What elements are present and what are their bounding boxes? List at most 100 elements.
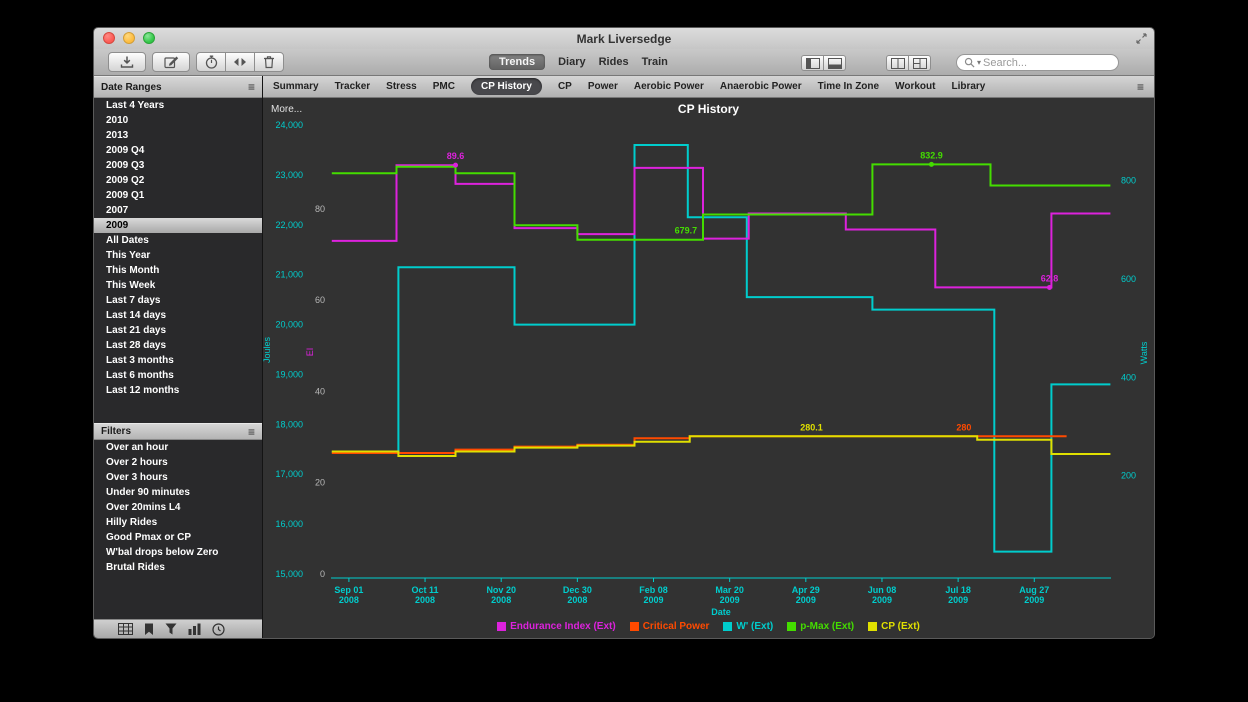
date-ranges-menu-icon[interactable]: ≡ — [248, 81, 255, 93]
date-range-item-2009-q3[interactable]: 2009 Q3 — [94, 158, 262, 173]
x-tick-label: Nov 20 — [486, 585, 516, 595]
toggle-sidebar-button[interactable] — [801, 55, 824, 71]
legend-swatch — [868, 622, 877, 631]
compose-icon — [164, 55, 179, 69]
date-range-item-last-28-days[interactable]: Last 28 days — [94, 338, 262, 353]
date-range-item-last-7-days[interactable]: Last 7 days — [94, 293, 262, 308]
date-range-item-2009-q2[interactable]: 2009 Q2 — [94, 173, 262, 188]
joules-tick-label: 22,000 — [275, 220, 303, 230]
legend-item-p-max-ext: p-Max (Ext) — [787, 621, 854, 632]
filter-item-over-an-hour[interactable]: Over an hour — [94, 440, 262, 455]
date-range-item-last-14-days[interactable]: Last 14 days — [94, 308, 262, 323]
fullscreen-icon[interactable] — [1136, 33, 1147, 44]
legend-label: Endurance Index (Ext) — [510, 621, 616, 632]
date-ranges-title: Date Ranges — [101, 82, 248, 93]
toolbar: Trends Diary Rides Train ▾ — [94, 49, 1154, 76]
annotation-label: 832.9 — [920, 150, 943, 160]
tab-cp-history[interactable]: CP History — [471, 78, 542, 95]
close-button[interactable] — [103, 32, 115, 44]
filter-funnel-icon[interactable] — [165, 623, 177, 635]
tab-cp[interactable]: CP — [558, 81, 572, 92]
download-button[interactable] — [108, 52, 146, 72]
x-tick-label: Sep 01 — [334, 585, 363, 595]
filter-item-under-90-minutes[interactable]: Under 90 minutes — [94, 485, 262, 500]
date-range-item-this-month[interactable]: This Month — [94, 263, 262, 278]
date-range-item-last-4-years[interactable]: Last 4 Years — [94, 98, 262, 113]
x-tick-year: 2009 — [872, 595, 892, 605]
main-tabbar: Summary Tracker Stress PMC CP History CP Power… — [263, 76, 1154, 98]
date-range-item-2009[interactable]: 2009 — [94, 218, 262, 233]
filter-item-over-20mins-l4[interactable]: Over 20mins L4 — [94, 500, 262, 515]
x-tick-year: 2009 — [720, 595, 740, 605]
filters-menu-icon[interactable]: ≡ — [248, 426, 255, 438]
window-controls — [103, 32, 155, 44]
search-scope-caret-icon[interactable]: ▾ — [977, 59, 981, 67]
tab-tracker[interactable]: Tracker — [335, 81, 371, 92]
date-range-item-last-6-months[interactable]: Last 6 months — [94, 368, 262, 383]
ei-tick-label: 60 — [315, 295, 325, 305]
date-range-item-last-12-months[interactable]: Last 12 months — [94, 383, 262, 398]
joules-tick-label: 16,000 — [275, 519, 303, 529]
joules-tick-label: 21,000 — [275, 270, 303, 280]
x-tick-label: Mar 20 — [715, 585, 744, 595]
date-range-item-last-3-months[interactable]: Last 3 months — [94, 353, 262, 368]
search-field[interactable]: ▾ — [956, 54, 1119, 71]
search-input[interactable] — [983, 57, 1111, 69]
x-tick-year: 2008 — [491, 595, 511, 605]
tab-pmc[interactable]: PMC — [433, 81, 455, 92]
legend-item-cp-ext: CP (Ext) — [868, 621, 920, 632]
tab-anaerobic-power[interactable]: Anaerobic Power — [720, 81, 802, 92]
tab-library[interactable]: Library — [951, 81, 985, 92]
compose-button[interactable] — [152, 52, 190, 72]
filters-title: Filters — [101, 426, 248, 437]
date-range-item-2007[interactable]: 2007 — [94, 203, 262, 218]
bar-chart-icon[interactable] — [188, 623, 201, 635]
tab-workout[interactable]: Workout — [895, 81, 935, 92]
x-tick-label: Oct 11 — [412, 585, 439, 595]
filter-item-good-pmax-or-cp[interactable]: Good Pmax or CP — [94, 530, 262, 545]
filter-item-over-3-hours[interactable]: Over 3 hours — [94, 470, 262, 485]
legend-item-w-ext: W' (Ext) — [723, 621, 773, 632]
date-range-item-this-week[interactable]: This Week — [94, 278, 262, 293]
view-tab-trends[interactable]: Trends — [489, 54, 545, 70]
grid-view-button[interactable] — [908, 55, 931, 71]
date-range-item-2010[interactable]: 2010 — [94, 113, 262, 128]
intervals-button[interactable] — [225, 52, 255, 72]
watts-tick-label: 600 — [1121, 274, 1136, 284]
chart-menu-icon[interactable]: ≡ — [1137, 81, 1144, 93]
tab-power[interactable]: Power — [588, 81, 618, 92]
tab-summary[interactable]: Summary — [273, 81, 319, 92]
toggle-bottombar-button[interactable] — [823, 55, 846, 71]
filter-item-over-2-hours[interactable]: Over 2 hours — [94, 455, 262, 470]
titlebar: Mark Liversedge — [94, 28, 1154, 49]
table-icon[interactable] — [118, 623, 133, 635]
view-tab-train[interactable]: Train — [642, 56, 668, 68]
clock-icon[interactable] — [212, 623, 225, 636]
date-range-item-2009-q4[interactable]: 2009 Q4 — [94, 143, 262, 158]
date-range-item-2009-q1[interactable]: 2009 Q1 — [94, 188, 262, 203]
stopwatch-button[interactable] — [196, 52, 226, 72]
tab-time-in-zone[interactable]: Time In Zone — [818, 81, 880, 92]
main-area: Summary Tracker Stress PMC CP History CP Power… — [263, 76, 1154, 638]
tile-view-button[interactable] — [886, 55, 909, 71]
bookmark-icon[interactable] — [144, 623, 154, 636]
watts-tick-label: 200 — [1121, 471, 1136, 481]
date-range-item-last-21-days[interactable]: Last 21 days — [94, 323, 262, 338]
tab-stress[interactable]: Stress — [386, 81, 417, 92]
view-tab-diary[interactable]: Diary — [558, 56, 586, 68]
filter-item-brutal-rides[interactable]: Brutal Rides — [94, 560, 262, 575]
delete-button[interactable] — [254, 52, 284, 72]
date-range-item-this-year[interactable]: This Year — [94, 248, 262, 263]
filter-item-hilly-rides[interactable]: Hilly Rides — [94, 515, 262, 530]
view-tab-rides[interactable]: Rides — [599, 56, 629, 68]
x-tick-label: Dec 30 — [563, 585, 592, 595]
date-range-item-all-dates[interactable]: All Dates — [94, 233, 262, 248]
filters-header: Filters ≡ — [94, 423, 262, 440]
zoom-button[interactable] — [143, 32, 155, 44]
tab-aerobic-power[interactable]: Aerobic Power — [634, 81, 704, 92]
minimize-button[interactable] — [123, 32, 135, 44]
date-range-item-2013[interactable]: 2013 — [94, 128, 262, 143]
series-critical-power — [332, 436, 1067, 453]
x-tick-label: Feb 08 — [639, 585, 668, 595]
filter-item-w-bal-drops-below-zero[interactable]: W'bal drops below Zero — [94, 545, 262, 560]
